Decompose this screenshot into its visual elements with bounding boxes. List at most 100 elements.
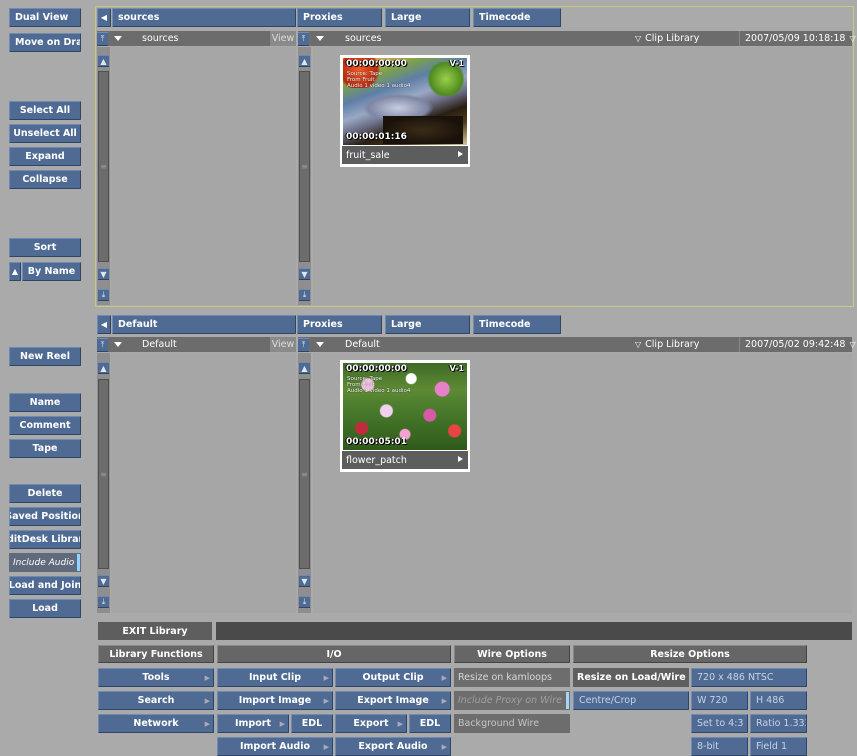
play-icon[interactable] [458,151,463,157]
pane1-browser-scroll-down[interactable]: ▼ [299,268,310,280]
clip-name-bar[interactable]: flower_patch [342,451,468,469]
pane1-reel-top-icon[interactable]: ⤒ [97,31,108,46]
network-button[interactable]: Network ▶ [98,714,214,733]
tape-button[interactable]: Tape [9,439,81,458]
pane2-reel-scrollbar[interactable]: ≡ [98,379,109,569]
pane1-size-button[interactable]: Large [385,8,470,27]
expand-button[interactable]: Expand [9,147,81,166]
import-button[interactable]: Import ▶ [217,714,289,733]
import-audio-button[interactable]: Import Audio ▶ [217,737,333,756]
pane1-browser-scroll-bottom[interactable]: ⤓ [299,289,310,301]
width-field[interactable]: W 720 [691,691,748,710]
pane2-proxies-button[interactable]: Proxies [297,315,382,334]
include-proxy-on-wire-toggle[interactable]: Include Proxy on Wire [454,691,570,710]
pane1-browser-top-icon[interactable]: ⤒ [298,31,309,46]
bit-depth-dropdown[interactable]: 8-bit [691,737,748,756]
comment-button[interactable]: Comment [9,416,81,435]
pane2-reel-scroll-up[interactable]: ▲ [98,362,109,374]
clip-name-bar[interactable]: fruit_sale [342,146,468,164]
pane2-view-button[interactable]: View [270,337,296,352]
export-audio-button[interactable]: Export Audio ▶ [335,737,451,756]
resize-on-kamloops-toggle[interactable]: Resize on kamloops [454,668,570,687]
pane2-clip-library-label: Clip Library [645,339,700,350]
pane2-collapse-arrow[interactable]: ◀ [97,315,111,334]
load-and-join-button[interactable]: Load and Join [9,576,81,595]
pane1-mode-button[interactable]: Timecode [473,8,561,27]
format-dropdown[interactable]: 720 x 486 NTSC [691,668,807,687]
include-audio-toggle[interactable]: Include Audio [9,553,81,572]
pane2-clip-library-dropdown[interactable]: ▽ Clip Library [635,337,699,352]
library-functions-header: Library Functions [98,645,214,663]
pane2-title[interactable]: Default [112,315,296,334]
up-icon: ▲ [301,56,308,66]
pane1-browser-scrollbar[interactable]: ≡ [299,71,310,262]
height-field[interactable]: H 486 [750,691,807,710]
pane1-collapse-arrow[interactable]: ◀ [97,8,111,27]
new-reel-button[interactable]: New Reel [9,347,81,366]
pane2-mode-label: Timecode [479,319,531,330]
sort-button[interactable]: Sort [9,238,81,257]
pane1-date[interactable]: 2007/05/09 10:18:18 ▽ [739,31,856,46]
by-name-button[interactable]: By Name [22,262,81,281]
delete-button[interactable]: Delete [9,484,81,503]
sort-direction-button[interactable]: ▲ [9,262,21,281]
pane1-reel-scroll-bottom[interactable]: ⤓ [98,289,109,301]
pane2-size-button[interactable]: Large [385,315,470,334]
pane2-reel-scroll-down[interactable]: ▼ [98,575,109,587]
pane2-browser-scroll-down[interactable]: ▼ [299,575,310,587]
pane2-browser-scrollbar[interactable]: ≡ [299,379,310,569]
input-clip-button[interactable]: Input Clip ▶ [217,668,333,687]
pane1-reel-scroll-up[interactable]: ▲ [98,55,109,67]
import-edl-button[interactable]: EDL [291,714,333,733]
export-button[interactable]: Export ▶ [335,714,407,733]
pane2-reel-scroll-bottom[interactable]: ⤓ [98,596,109,608]
move-on-drag-button[interactable]: Move on Drag [9,33,81,52]
load-button[interactable]: Load [9,599,81,618]
pane1-proxies-button[interactable]: Proxies [297,8,382,27]
pane2-reel-list[interactable] [111,353,296,613]
unselect-all-button[interactable]: Unselect All [9,124,81,143]
pane1-view-button[interactable]: View [270,31,296,46]
tools-button[interactable]: Tools ▶ [98,668,214,687]
pane1-title[interactable]: sources [112,8,296,27]
search-button[interactable]: Search ▶ [98,691,214,710]
exit-library-button[interactable]: EXIT Library [98,622,212,640]
resize-on-kamloops-label: Resize on kamloops [458,672,552,683]
pane2-browser-scroll-bottom[interactable]: ⤓ [299,596,310,608]
message-bar [216,622,852,640]
import-image-button[interactable]: Import Image ▶ [217,691,333,710]
toggle-indicator [77,554,80,571]
pane1-browser-scroll-up[interactable]: ▲ [299,55,310,67]
saved-position-button[interactable]: Saved Position [9,507,81,526]
play-icon[interactable] [458,456,463,462]
output-clip-button[interactable]: Output Clip ▶ [335,668,451,687]
pane2-reel-header[interactable]: ⤒ Default View [97,337,296,352]
name-button[interactable]: Name [9,393,81,412]
centre-crop-button[interactable]: Centre/Crop [573,691,689,710]
clip-thumbnail[interactable]: 00:00:00:00 V-1 Source: Tape From Fruit … [340,55,470,167]
set-to-43-button[interactable]: Set to 4:3 [691,714,748,733]
clip-thumbnail[interactable]: 00:00:00:00 V-1 Source: Tape From Fruit … [340,360,470,472]
background-wire-toggle[interactable]: Background Wire [454,714,570,733]
pane1-browser-header[interactable]: ⤒ sources ▽ Clip Library 2007/05/09 10:18… [298,31,856,46]
ratio-field[interactable]: Ratio 1.333 [750,714,807,733]
pane2-browser-top-icon[interactable]: ⤒ [298,337,309,352]
pane1-clip-library-dropdown[interactable]: ▽ Clip Library [635,31,699,46]
pane1-reel-list[interactable] [111,47,296,305]
pane1-reel-header[interactable]: ⤒ sources View [97,31,296,46]
export-edl-button[interactable]: EDL [409,714,451,733]
collapse-button[interactable]: Collapse [9,170,81,189]
dual-view-button[interactable]: Dual View [9,8,81,27]
export-image-button[interactable]: Export Image ▶ [335,691,451,710]
pane2-mode-button[interactable]: Timecode [473,315,561,334]
resize-on-load-wire-button[interactable]: Resize on Load/Wire [573,668,689,687]
pane2-date[interactable]: 2007/05/02 09:42:48 ▽ [739,337,856,352]
editdesk-library-button[interactable]: EditDesk Library [9,530,81,549]
field-dropdown[interactable]: Field 1 [750,737,807,756]
pane2-browser-scroll-up[interactable]: ▲ [299,362,310,374]
select-all-button[interactable]: Select All [9,101,81,120]
pane1-reel-scroll-down[interactable]: ▼ [98,268,109,280]
pane2-reel-top-icon[interactable]: ⤒ [97,337,108,352]
pane1-reel-scrollbar[interactable]: ≡ [98,71,109,262]
pane2-browser-header[interactable]: ⤒ Default ▽ Clip Library 2007/05/02 09:42… [298,337,856,352]
